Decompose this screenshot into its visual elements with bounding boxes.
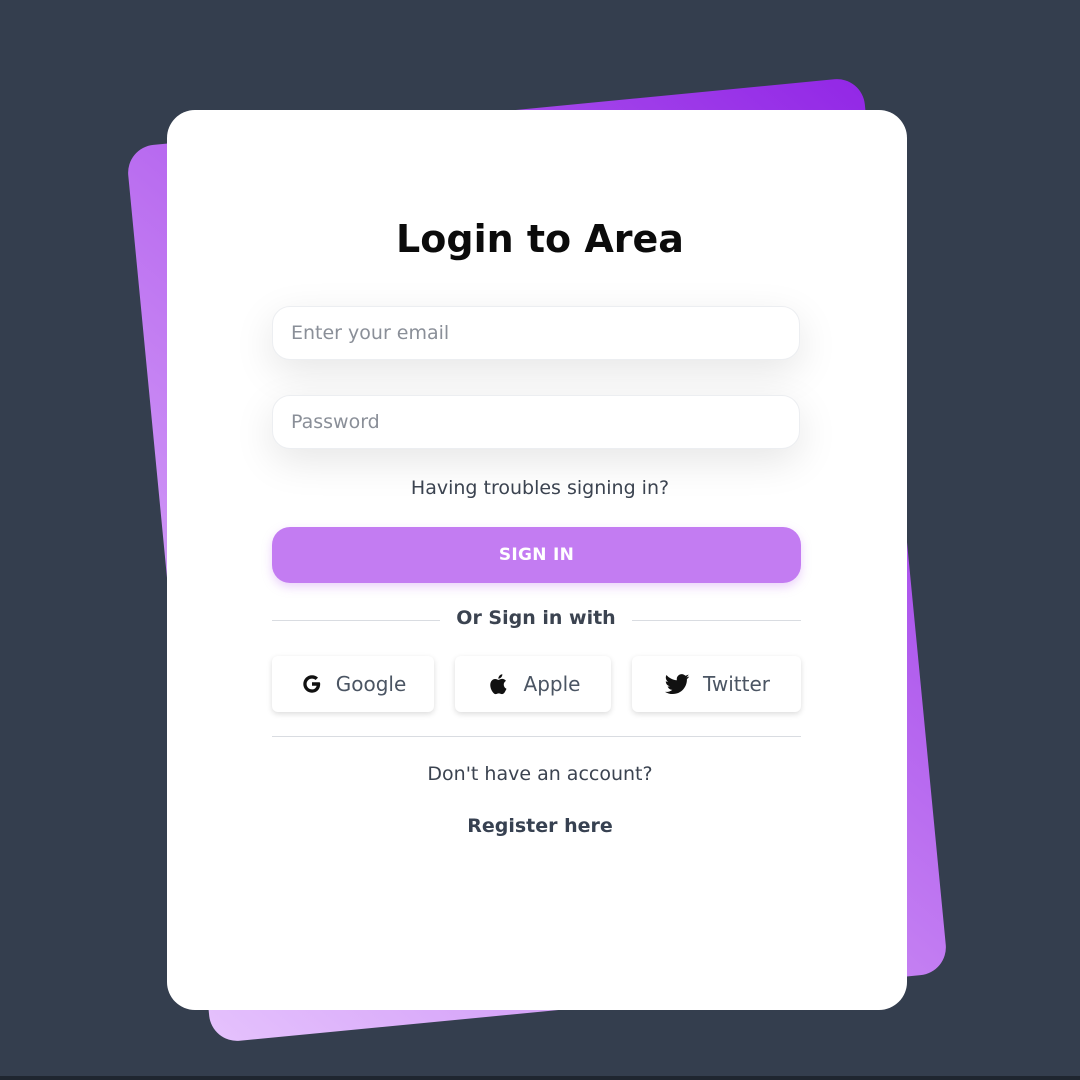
google-sign-in-button[interactable]: Google [272, 656, 434, 712]
register-link[interactable]: Register here [0, 812, 1080, 840]
apple-sign-in-button[interactable]: Apple [455, 656, 611, 712]
divider-left [272, 620, 440, 621]
twitter-sign-in-button[interactable]: Twitter [632, 656, 801, 712]
email-input[interactable] [272, 306, 800, 360]
apple-icon [486, 671, 512, 697]
google-label: Google [335, 672, 407, 696]
divider-right [632, 620, 801, 621]
or-sign-in-with-label: Or Sign in with [456, 607, 616, 629]
twitter-icon [663, 670, 691, 698]
page-background: Login to Area Having troubles signing in… [0, 0, 1080, 1076]
password-input[interactable] [272, 395, 800, 449]
bottom-edge [0, 1076, 1080, 1080]
google-icon [300, 672, 324, 696]
page-title: Login to Area [396, 217, 684, 261]
trouble-signing-in-link[interactable]: Having troubles signing in? [0, 474, 1080, 502]
no-account-text: Don't have an account? [427, 763, 653, 785]
apple-label: Apple [523, 672, 581, 696]
sign-in-button[interactable]: SIGN IN [272, 527, 801, 583]
footer-divider [272, 736, 801, 737]
twitter-label: Twitter [702, 672, 771, 696]
